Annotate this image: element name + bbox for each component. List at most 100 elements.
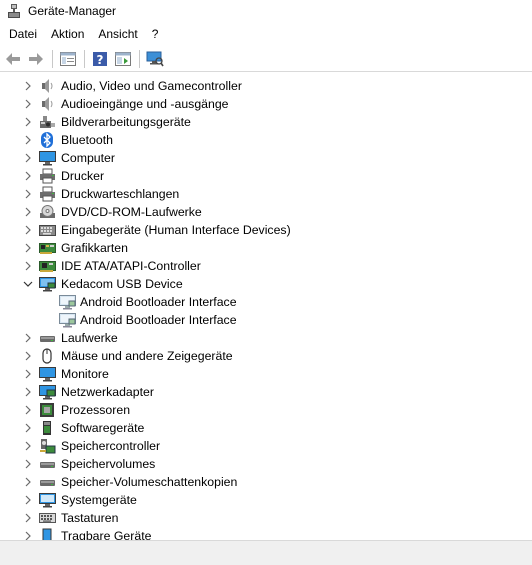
tree-node-ide-ata-atapi-controller[interactable]: IDE ATA/ATAPI-Controller bbox=[0, 257, 532, 275]
chevron-right-icon[interactable] bbox=[22, 170, 34, 182]
tree-node-monitore[interactable]: Monitore bbox=[0, 365, 532, 383]
help-icon[interactable]: ? bbox=[89, 48, 111, 70]
tree-node-netzwerkadapter[interactable]: Netzwerkadapter bbox=[0, 383, 532, 401]
storage-controller-icon bbox=[39, 438, 56, 454]
tree-node-label: Computer bbox=[61, 151, 115, 165]
tree-node-dvd-cd-rom-laufwerke[interactable]: DVD/CD-ROM-Laufwerke bbox=[0, 203, 532, 221]
properties-icon[interactable] bbox=[57, 48, 79, 70]
tree-node-label: DVD/CD-ROM-Laufwerke bbox=[61, 205, 202, 219]
tree-node-druckwarteschlangen[interactable]: Druckwarteschlangen bbox=[0, 185, 532, 203]
drive-icon bbox=[39, 474, 56, 490]
chevron-right-icon[interactable] bbox=[22, 80, 34, 92]
tree-node-grafikkarten[interactable]: Grafikkarten bbox=[0, 239, 532, 257]
tree-node-bluetooth[interactable]: Bluetooth bbox=[0, 131, 532, 149]
display-adapter-icon bbox=[39, 240, 56, 256]
chevron-right-icon[interactable] bbox=[22, 134, 34, 146]
tree-node-laufwerke[interactable]: Laufwerke bbox=[0, 329, 532, 347]
chevron-right-icon[interactable] bbox=[22, 386, 34, 398]
hid-icon bbox=[39, 222, 56, 238]
chevron-right-icon[interactable] bbox=[22, 476, 34, 488]
tree-node-label: Tastaturen bbox=[61, 511, 119, 525]
tree-node-tastaturen[interactable]: Tastaturen bbox=[0, 509, 532, 527]
tree-node-softwaregeraete[interactable]: Softwaregeräte bbox=[0, 419, 532, 437]
tree-node-systemgeraete[interactable]: Systemgeräte bbox=[0, 491, 532, 509]
device-icon bbox=[59, 294, 76, 310]
chevron-right-icon[interactable] bbox=[22, 152, 34, 164]
menu-help[interactable]: ? bbox=[145, 27, 166, 41]
tree-node-eingabegeraete-human-interface-devices[interactable]: Eingabegeräte (Human Interface Devices) bbox=[0, 221, 532, 239]
window-title: Geräte-Manager bbox=[28, 4, 117, 18]
speaker-icon bbox=[39, 78, 56, 94]
tree-child-android-bootloader-interface[interactable]: Android Bootloader Interface bbox=[0, 311, 532, 329]
tree-node-label: Bluetooth bbox=[61, 133, 113, 147]
monitor-icon bbox=[39, 366, 56, 382]
tree-node-label: Prozessoren bbox=[61, 403, 131, 417]
drive-icon bbox=[39, 330, 56, 346]
chevron-down-icon[interactable] bbox=[22, 278, 34, 290]
menu-bar: Datei Aktion Ansicht ? bbox=[0, 24, 532, 44]
mouse-icon bbox=[39, 348, 56, 364]
portable-device-icon bbox=[39, 528, 56, 540]
chevron-right-icon[interactable] bbox=[22, 332, 34, 344]
chevron-right-icon[interactable] bbox=[22, 206, 34, 218]
tree-node-label: Speichervolumes bbox=[61, 457, 156, 471]
tree-node-speicher-volumeschattenkopien[interactable]: Speicher-Volumeschattenkopien bbox=[0, 473, 532, 491]
tree-node-speichercontroller[interactable]: Speichercontroller bbox=[0, 437, 532, 455]
toolbar-separator bbox=[84, 49, 85, 68]
chevron-right-icon[interactable] bbox=[22, 530, 34, 540]
tree-node-drucker[interactable]: Drucker bbox=[0, 167, 532, 185]
menu-aktion[interactable]: Aktion bbox=[44, 27, 91, 41]
chevron-right-icon[interactable] bbox=[22, 458, 34, 470]
tree-node-speichervolumes[interactable]: Speichervolumes bbox=[0, 455, 532, 473]
chevron-right-icon[interactable] bbox=[22, 98, 34, 110]
tree-node-computer[interactable]: Computer bbox=[0, 149, 532, 167]
tree-node-label: Bildverarbeitungsgeräte bbox=[61, 115, 191, 129]
chevron-right-icon[interactable] bbox=[22, 188, 34, 200]
tree-node-audio-video-und-gamecontroller[interactable]: Audio, Video und Gamecontroller bbox=[0, 77, 532, 95]
status-bar bbox=[0, 541, 532, 565]
speaker-icon bbox=[39, 96, 56, 112]
device-manager-icon bbox=[6, 3, 22, 19]
chevron-right-icon[interactable] bbox=[22, 512, 34, 524]
tree-child-label: Android Bootloader Interface bbox=[80, 295, 237, 309]
chevron-right-icon[interactable] bbox=[22, 224, 34, 236]
chevron-right-icon[interactable] bbox=[22, 440, 34, 452]
tree-node-label: Monitore bbox=[61, 367, 109, 381]
tree-node-label: IDE ATA/ATAPI-Controller bbox=[61, 259, 201, 273]
chevron-right-icon[interactable] bbox=[22, 494, 34, 506]
tree-node-maeuse-und-andere-zeigegeraete[interactable]: Mäuse und andere Zeigegeräte bbox=[0, 347, 532, 365]
run-icon[interactable] bbox=[112, 48, 134, 70]
tree-node-label: Kedacom USB Device bbox=[61, 277, 183, 291]
tree-node-label: Drucker bbox=[61, 169, 105, 183]
tree-node-label: Mäuse und andere Zeigegeräte bbox=[61, 349, 233, 363]
tree-node-bildverarbeitungsgeraete[interactable]: Bildverarbeitungsgeräte bbox=[0, 113, 532, 131]
camera-icon bbox=[39, 114, 56, 130]
menu-datei[interactable]: Datei bbox=[2, 27, 44, 41]
tree-node-prozessoren[interactable]: Prozessoren bbox=[0, 401, 532, 419]
chevron-right-icon[interactable] bbox=[22, 260, 34, 272]
bluetooth-icon bbox=[39, 132, 56, 148]
tree-node-kedacom-usb-device[interactable]: Kedacom USB Device bbox=[0, 275, 532, 293]
chevron-right-icon[interactable] bbox=[22, 242, 34, 254]
tree-node-label: Softwaregeräte bbox=[61, 421, 145, 435]
keyboard-icon bbox=[39, 510, 56, 526]
usb-device-icon bbox=[39, 276, 56, 292]
tree-node-label: Grafikkarten bbox=[61, 241, 128, 255]
tree-node-label: Netzwerkadapter bbox=[61, 385, 154, 399]
chevron-right-icon[interactable] bbox=[22, 422, 34, 434]
scan-hardware-icon[interactable] bbox=[144, 48, 166, 70]
tree-child-android-bootloader-interface[interactable]: Android Bootloader Interface bbox=[0, 293, 532, 311]
back-arrow-icon[interactable] bbox=[2, 48, 24, 70]
chevron-right-icon[interactable] bbox=[22, 368, 34, 380]
chevron-right-icon[interactable] bbox=[22, 404, 34, 416]
menu-ansicht[interactable]: Ansicht bbox=[91, 27, 144, 41]
chevron-right-icon[interactable] bbox=[22, 350, 34, 362]
tree-node-label: Eingabegeräte (Human Interface Devices) bbox=[61, 223, 291, 237]
forward-arrow-icon[interactable] bbox=[25, 48, 47, 70]
printer-icon bbox=[39, 186, 56, 202]
tree-node-label: Druckwarteschlangen bbox=[61, 187, 180, 201]
tree-node-audioeingaenge-und-ausgaenge[interactable]: Audioeingänge und -ausgänge bbox=[0, 95, 532, 113]
tree-node-tragbare-geraete[interactable]: Tragbare Geräte bbox=[0, 527, 532, 540]
drive-icon bbox=[39, 456, 56, 472]
chevron-right-icon[interactable] bbox=[22, 116, 34, 128]
